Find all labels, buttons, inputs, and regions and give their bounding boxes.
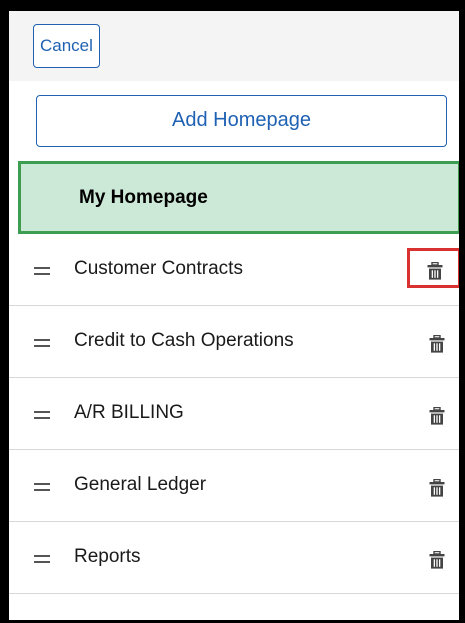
list-item-label: Credit to Cash Operations <box>74 330 294 351</box>
trash-icon[interactable] <box>427 262 443 280</box>
trash-icon[interactable] <box>429 407 445 425</box>
drag-handle-icon[interactable] <box>34 339 50 347</box>
trash-icon[interactable] <box>429 479 445 497</box>
list-item[interactable]: Customer Contracts <box>9 234 459 306</box>
drag-handle-icon[interactable] <box>34 411 50 419</box>
my-homepage-label: My Homepage <box>79 187 208 208</box>
homepage-list: Customer Contracts Credit to Cash Operat… <box>9 234 459 594</box>
list-item[interactable]: General Ledger <box>9 450 459 522</box>
top-bar: Cancel <box>9 11 459 81</box>
delete-highlight-box <box>407 248 459 288</box>
list-item[interactable]: A/R BILLING <box>9 378 459 450</box>
drag-handle-icon[interactable] <box>34 483 50 491</box>
list-item[interactable]: Credit to Cash Operations <box>9 306 459 378</box>
list-item-label: Customer Contracts <box>74 258 243 279</box>
trash-icon[interactable] <box>429 551 445 569</box>
cancel-button[interactable]: Cancel <box>33 24 100 68</box>
my-homepage-item[interactable]: My Homepage <box>18 161 459 234</box>
trash-icon[interactable] <box>429 335 445 353</box>
homepage-editor-panel: Cancel Add Homepage My Homepage Customer… <box>0 0 465 623</box>
list-item-label: Reports <box>74 546 141 567</box>
list-item[interactable]: Reports <box>9 522 459 594</box>
list-item-label: A/R BILLING <box>74 402 184 423</box>
drag-handle-icon[interactable] <box>34 555 50 563</box>
drag-handle-icon[interactable] <box>34 267 50 275</box>
list-item-label: General Ledger <box>74 474 207 495</box>
add-homepage-button[interactable]: Add Homepage <box>36 95 447 147</box>
